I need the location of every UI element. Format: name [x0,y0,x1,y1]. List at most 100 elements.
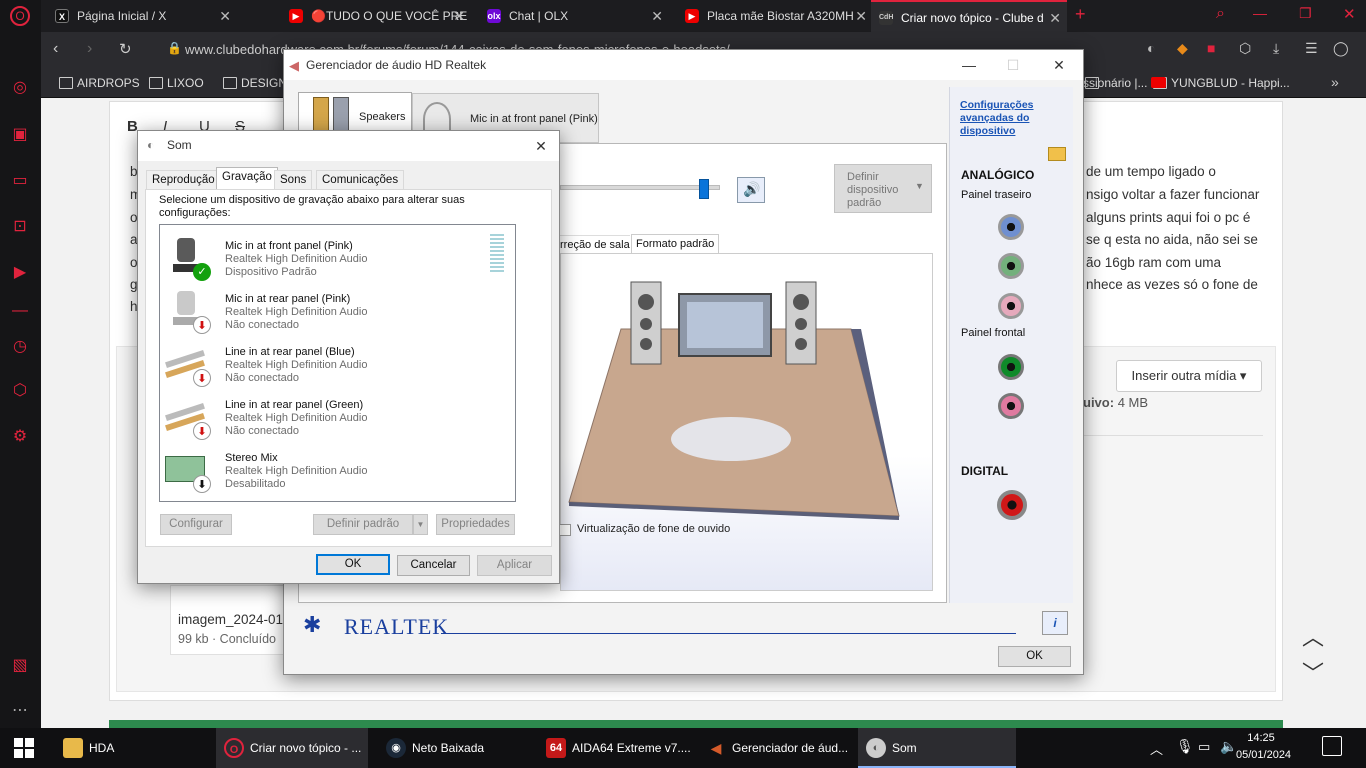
device-row[interactable]: ⬇ Stereo Mix Realtek High Definition Aud… [160,442,515,495]
forward-icon[interactable]: › [87,40,92,58]
set-default-button[interactable]: Definir padrão [313,514,413,535]
taskbar-som[interactable]: ◐ Som [858,728,1016,768]
configure-button[interactable]: Configurar [160,514,232,535]
tab-recording[interactable]: Gravação [216,167,278,190]
more-bookmarks-icon[interactable]: » [1331,74,1339,90]
more-icon[interactable]: ⋯ [9,700,31,722]
minimize-icon[interactable]: — [1253,5,1267,21]
back-icon[interactable]: ‹ [53,40,58,58]
scroll-down-icon[interactable]: ﹀ [1300,656,1326,686]
bookmark-yungblud[interactable]: YUNGBLUD - Happi... [1151,68,1290,98]
bookmark-design[interactable]: DESIGN [221,68,287,98]
advanced-settings-link[interactable]: Configurações avançadas do dispositivo [960,99,1056,138]
reload-icon[interactable]: ↻ [119,40,132,58]
device-status: Não conectado [225,425,299,437]
front-green-jack[interactable] [998,354,1024,380]
twitch-icon[interactable]: ▭ [9,170,31,192]
metamask-icon[interactable]: ◆ [1177,40,1188,57]
gallery-icon[interactable]: ▧ [9,655,31,677]
notifications-icon[interactable] [1322,736,1342,756]
insert-media-button[interactable]: Inserir outra mídia ▾ [1116,360,1262,392]
bookmark-airdrops[interactable]: AIRDROPS [57,68,140,98]
device-row[interactable]: ⬇ Line in at rear panel (Green) Realtek … [160,389,515,442]
tray-chevron-icon[interactable]: ︿ [1150,739,1163,758]
chip-icon[interactable]: ⊡ [9,216,31,238]
network-icon[interactable]: ▭ [1198,739,1210,755]
set-default-device-button[interactable]: Definir dispositivo padrão ▼ [834,164,932,213]
tab-1[interactable]: X Página Inicial / X ✕ [47,0,237,32]
realtek-crab-icon: ✱ [303,612,322,637]
new-tab-icon[interactable]: + [1075,4,1086,25]
front-pink-jack[interactable] [998,393,1024,419]
minimize-button[interactable]: — [947,50,991,80]
headphone-virtualization-checkbox[interactable] [559,524,571,536]
tab-4[interactable]: ▶ Placa mãe Biostar A320MH ✕ [677,0,873,32]
taskbar-steam[interactable]: ◉ Neto Baixada [378,728,536,768]
opera-logo-icon[interactable]: O [10,6,30,26]
bookmark-lixoo[interactable]: LIXOO [147,68,204,98]
tab-room-correction[interactable]: rreção de sala [560,235,630,254]
folder-icon[interactable] [1048,147,1066,161]
volume-slider-track[interactable] [560,185,720,190]
close-icon[interactable]: ✕ [651,0,663,32]
tab-sounds[interactable]: Sons [274,170,313,189]
device-row[interactable]: ✓ Mic in at front panel (Pink) Realtek H… [160,230,515,283]
digital-output-jack[interactable] [997,490,1027,520]
cancel-button[interactable]: Cancelar [397,555,470,576]
tab-playback[interactable]: Reprodução [146,170,221,189]
info-icon[interactable]: i [1042,611,1068,635]
taskbar-hda[interactable]: HDA [55,728,215,768]
tab-3[interactable]: olx Chat | OLX ✕ [479,0,669,32]
microphone-tray-icon[interactable]: 🎙 [1176,738,1194,755]
sound-card-icon: ⬇ [165,448,211,493]
device-row[interactable]: ⬇ Line in at rear panel (Blue) Realtek H… [160,336,515,389]
cube-icon[interactable]: ⬡ [9,380,31,402]
close-button[interactable]: ✕ [1037,50,1081,80]
volume-tray-icon[interactable]: 🔈 [1220,738,1237,755]
scroll-up-icon[interactable]: ︿ [1300,620,1326,650]
ok-button[interactable]: OK [316,554,390,575]
close-icon[interactable]: ✕ [855,0,867,32]
mute-toggle[interactable]: 🔊 [737,177,765,203]
properties-button[interactable]: Propriedades [436,514,515,535]
taskbar-opera[interactable]: O Criar novo tópico - ... [216,728,368,768]
settings-icon[interactable]: ⚙ [9,426,31,448]
maximize-button[interactable]: ☐ [991,50,1035,80]
bookmark-missionario[interactable]: ssionário |... [1083,68,1147,98]
restore-icon[interactable]: ❐ [1299,5,1312,22]
extension-icon[interactable]: ■ [1207,40,1215,56]
tab-2[interactable]: ▶ 🔴TUDO O QUE VOCÊ PRE ✕ [281,0,471,32]
search-icon[interactable]: ⌕ [1216,5,1225,23]
close-window-icon[interactable]: ✕ [1343,5,1356,23]
rear-blue-jack[interactable] [998,214,1024,240]
tab-default-format[interactable]: Formato padrão [631,234,719,254]
device-status: Dispositivo Padrão [225,266,317,278]
close-icon[interactable]: ✕ [1049,2,1061,32]
volume-slider-thumb[interactable] [699,179,709,199]
taskbar-aida64[interactable]: 64 AIDA64 Extreme v7.... [538,728,696,768]
history-icon[interactable]: ◷ [9,336,31,358]
windows-start-icon[interactable] [14,738,34,758]
taskbar-realtek[interactable]: ◀ Gerenciador de áud... [698,728,856,768]
apply-button[interactable]: Aplicar [477,555,552,576]
account-icon[interactable]: ◯ [1333,40,1349,57]
play-circle-icon[interactable]: ▶ [9,262,31,284]
tab-5-active[interactable]: CdH Criar novo tópico - Clube d ✕ [871,0,1067,32]
cube-extension-icon[interactable]: ⬡ [1239,40,1251,57]
rear-pink-jack[interactable] [998,293,1024,319]
rear-green-jack[interactable] [998,253,1024,279]
close-icon[interactable]: ✕ [453,0,465,32]
menu-icon[interactable]: ☰ [1305,40,1318,57]
download-icon[interactable]: ⤓ [1273,40,1279,57]
tab-communications[interactable]: Comunicações [316,170,405,189]
shopping-bag-icon[interactable]: ▣ [9,124,31,146]
speed-dial-icon[interactable]: ◎ [9,77,31,99]
shazam-icon[interactable]: ◐ [1147,40,1155,56]
front-panel-label: Painel frontal [961,327,1026,339]
device-row[interactable]: ⬇ Mic in at rear panel (Pink) Realtek Hi… [160,283,515,336]
realtek-ok-button[interactable]: OK [998,646,1071,667]
close-icon[interactable]: ✕ [219,0,231,32]
set-default-dropdown[interactable]: ▼ [413,514,428,535]
system-clock[interactable]: 14:25 05/01/2024 [1236,730,1291,766]
close-button[interactable]: ✕ [523,131,559,161]
